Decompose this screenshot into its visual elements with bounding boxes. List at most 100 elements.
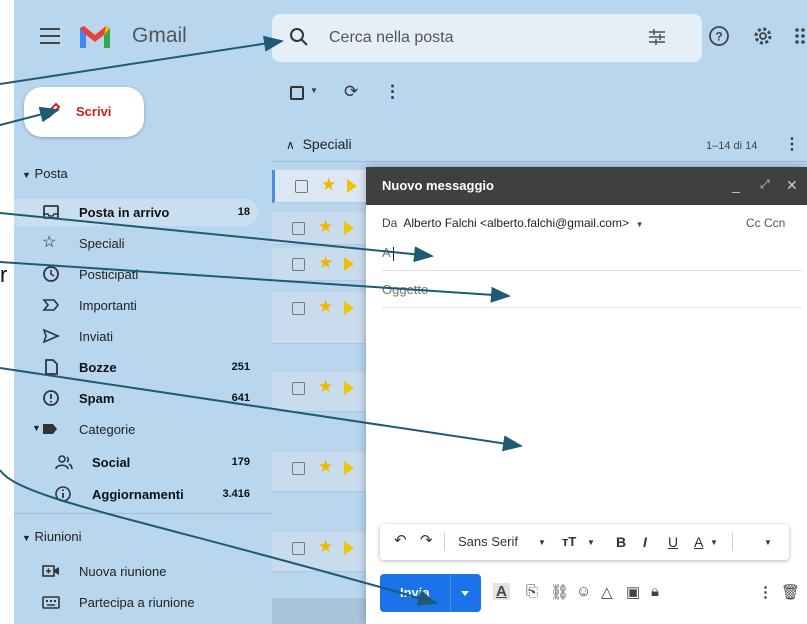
sidebar-item-bozze[interactable]: Bozze 251 <box>14 354 258 381</box>
compose-window[interactable]: Nuovo messaggio _ ⤢ ✕ Da Alberto Falchi … <box>366 167 807 624</box>
row-checkbox[interactable] <box>292 462 305 475</box>
search-bar[interactable]: Cerca nella posta <box>272 14 702 62</box>
subject-input[interactable]: Oggetto <box>382 282 428 297</box>
important-marker-icon[interactable] <box>344 461 354 475</box>
caret-down-icon[interactable]: ▼ <box>587 538 595 547</box>
bold-icon[interactable]: B <box>616 534 626 550</box>
star-icon[interactable]: ★ <box>318 377 333 397</box>
send-button[interactable]: Invia <box>380 574 481 612</box>
caret-down-icon[interactable]: ▼ <box>636 220 644 229</box>
font-size-icon[interactable]: тT <box>562 534 576 549</box>
important-marker-icon[interactable] <box>344 381 354 395</box>
more-options-icon[interactable]: ⋮ <box>758 583 773 601</box>
subject-field[interactable]: Oggetto <box>382 282 802 308</box>
sidebar-item-social[interactable]: Social 179 <box>14 449 258 476</box>
send-label: Invia <box>400 585 430 600</box>
gmail-brand: Gmail <box>132 24 187 47</box>
sidebar-item-aggiornamenti[interactable]: Aggiornamenti 3.416 <box>14 481 258 508</box>
star-icon[interactable]: ★ <box>318 217 333 237</box>
sidebar-item-count: 179 <box>231 456 250 468</box>
delete-trash-icon[interactable]: 🗑︎ <box>781 583 800 601</box>
caret-down-icon: ▼ <box>22 170 31 180</box>
sidebar-item-label: Categorie <box>79 422 136 437</box>
link-icon[interactable]: ⛓ <box>550 583 569 601</box>
select-all-checkbox[interactable] <box>290 86 304 100</box>
row-checkbox[interactable] <box>292 542 305 555</box>
chevron-up-icon: ∧ <box>286 138 295 152</box>
redo-icon[interactable]: ↷ <box>420 531 433 549</box>
star-icon[interactable]: ★ <box>318 457 333 477</box>
caret-down-icon[interactable]: ▼ <box>538 538 546 547</box>
undo-icon[interactable]: ↶ <box>394 531 407 549</box>
row-checkbox[interactable] <box>292 382 305 395</box>
search-options-icon[interactable] <box>647 27 667 47</box>
apps-grid-icon[interactable] <box>794 25 807 47</box>
more-vert-icon[interactable]: ⋮ <box>784 134 800 154</box>
drive-icon[interactable]: △ <box>601 583 613 601</box>
sidebar-item-partecipa[interactable]: Partecipa a riunione <box>14 589 258 616</box>
important-marker-icon[interactable] <box>344 301 354 315</box>
italic-icon[interactable]: I <box>643 534 647 550</box>
sidebar-item-categorie[interactable]: ▼ Categorie <box>14 416 258 443</box>
from-label: Da <box>382 216 398 230</box>
close-icon[interactable]: ✕ <box>786 177 798 194</box>
minimize-icon[interactable]: _ <box>732 177 740 193</box>
main-menu-icon[interactable] <box>40 28 60 44</box>
gmail-logo-icon[interactable] <box>78 24 112 50</box>
underline-icon[interactable]: U <box>668 534 678 550</box>
sidebar-section-posta[interactable]: ▼ Posta <box>22 166 68 181</box>
sidebar-item-count: 18 <box>237 206 250 218</box>
gmail-window: Gmail Cerca nella posta ? Scrivi ▼ Posta… <box>14 0 807 624</box>
sidebar-item-nuova-riunione[interactable]: Nuova riunione <box>14 558 258 585</box>
star-icon[interactable]: ★ <box>318 537 333 557</box>
formatting-options-icon[interactable]: A <box>493 583 510 600</box>
select-dropdown-icon[interactable]: ▼ <box>310 86 318 95</box>
star-icon[interactable]: ★ <box>318 253 333 273</box>
send-options-button[interactable] <box>450 574 481 612</box>
important-marker-icon[interactable] <box>344 541 354 555</box>
photo-icon[interactable]: ▣ <box>626 583 640 601</box>
star-icon[interactable]: ★ <box>318 297 333 317</box>
pencil-icon <box>43 102 61 120</box>
search-input[interactable]: Cerca nella posta <box>329 29 454 47</box>
row-checkbox[interactable] <box>292 258 305 271</box>
more-vert-icon[interactable]: ⋮ <box>384 82 401 102</box>
sidebar-item-posticipati[interactable]: Posticipati <box>14 261 258 288</box>
list-section-header[interactable]: ∧ Speciali <box>286 136 352 152</box>
sidebar-divider <box>14 513 272 514</box>
emoji-icon[interactable]: ☺ <box>576 583 591 600</box>
caret-down-icon[interactable]: ▼ <box>710 538 718 547</box>
compose-button[interactable]: Scrivi <box>24 87 144 137</box>
sidebar-item-label: Inviati <box>79 329 113 344</box>
attach-icon[interactable]: ⎘ <box>526 583 538 600</box>
more-formatting-icon[interactable]: ▼ <box>764 538 772 547</box>
important-marker-icon[interactable] <box>347 179 357 193</box>
compose-title: Nuovo messaggio <box>382 178 494 193</box>
sidebar-item-inbox[interactable]: Posta in arrivo 18 <box>14 199 258 226</box>
search-icon[interactable] <box>288 26 310 48</box>
star-icon[interactable]: ★ <box>321 175 336 195</box>
sidebar-item-inviati[interactable]: Inviati <box>14 323 258 350</box>
cc-ccn-link[interactable]: Cc Ccn <box>746 216 785 230</box>
settings-gear-icon[interactable] <box>752 25 774 47</box>
row-checkbox[interactable] <box>292 302 305 315</box>
section-title: Speciali <box>302 136 352 152</box>
help-icon[interactable]: ? <box>708 25 730 47</box>
row-checkbox[interactable] <box>295 180 308 193</box>
sidebar-section-riunioni[interactable]: ▼ Riunioni <box>22 529 82 544</box>
fullscreen-icon[interactable]: ⤢ <box>760 177 770 192</box>
message-body[interactable] <box>382 317 792 512</box>
refresh-icon[interactable]: ⟳ <box>344 82 358 102</box>
compose-header[interactable]: Nuovo messaggio _ ⤢ ✕ <box>366 167 807 205</box>
to-field[interactable]: A <box>382 245 802 271</box>
from-field[interactable]: Da Alberto Falchi <alberto.falchi@gmail.… <box>382 216 644 230</box>
sidebar-item-importanti[interactable]: Importanti <box>14 292 258 319</box>
row-checkbox[interactable] <box>292 222 305 235</box>
text-color-icon[interactable]: A <box>694 534 703 550</box>
confidential-lock-icon[interactable]: 🔒︎ <box>651 583 659 600</box>
important-marker-icon[interactable] <box>344 221 354 235</box>
font-select[interactable]: Sans Serif <box>458 534 518 549</box>
sidebar-item-spam[interactable]: Spam 641 <box>14 385 258 412</box>
important-marker-icon[interactable] <box>344 257 354 271</box>
sidebar-item-speciali[interactable]: ☆ Speciali <box>14 230 258 257</box>
